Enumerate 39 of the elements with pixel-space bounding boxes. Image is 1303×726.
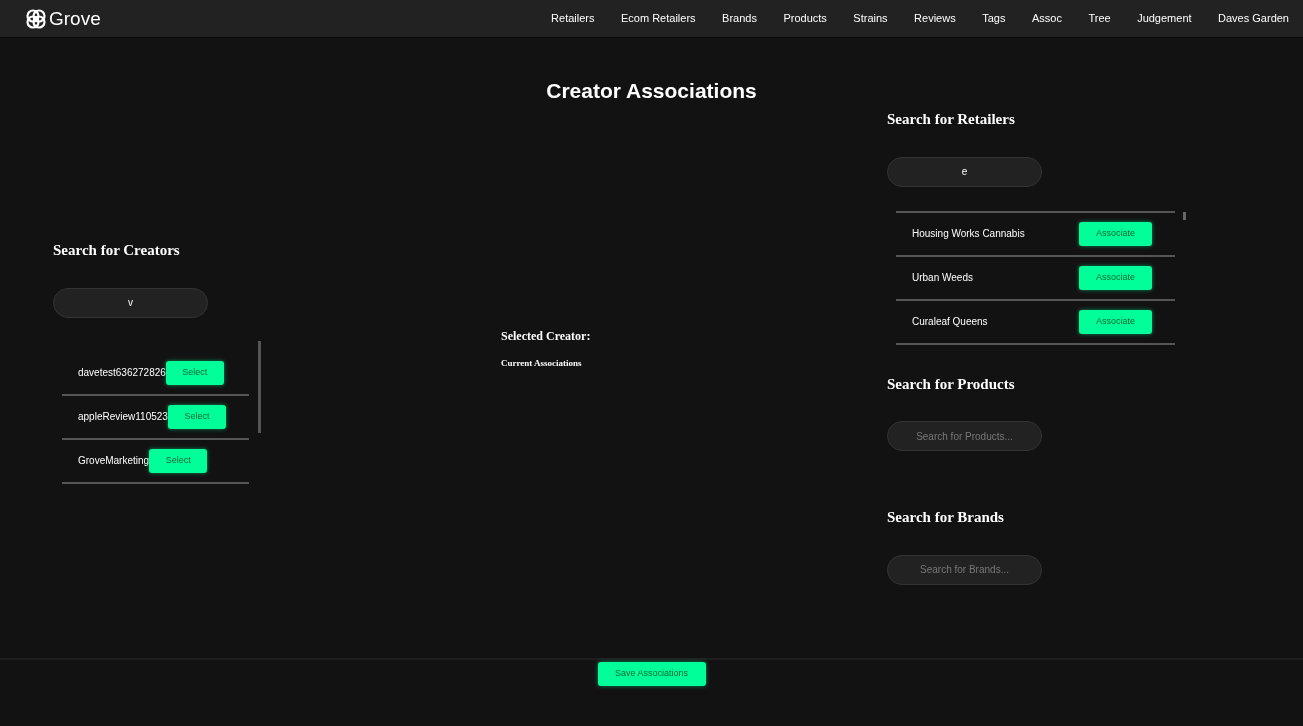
nav-link[interactable]: Ecom Retailers — [621, 10, 696, 27]
section-heading: Current Associations — [501, 357, 583, 370]
scrollbar[interactable] — [258, 340, 261, 433]
search-field[interactable]: Search for Brands... — [887, 554, 1042, 585]
retailer-name: Housing Works Cannabis — [912, 227, 1025, 241]
nav-link[interactable]: Judgement — [1137, 10, 1192, 27]
nav-link[interactable]: Strains — [853, 10, 888, 27]
nav-link[interactable]: Tags — [982, 10, 1006, 27]
nav-link[interactable]: Brands — [722, 10, 757, 27]
select-button[interactable]: Select — [149, 448, 208, 473]
page-title: Creator Associations — [545, 78, 758, 101]
section-heading: Search for Creators — [53, 241, 181, 260]
search-field[interactable]: v — [53, 287, 208, 318]
select-button[interactable]: Select — [167, 404, 226, 429]
nav-link[interactable]: Retailers — [551, 10, 595, 27]
nav-link[interactable]: Tree — [1088, 10, 1111, 27]
select-button[interactable]: Select — [165, 360, 224, 385]
nav-link[interactable]: Daves Garden — [1218, 10, 1289, 27]
creator-name: appleReview110523 — [78, 410, 168, 424]
section-heading: Selected Creator: — [501, 328, 592, 345]
search-field[interactable]: e — [887, 156, 1042, 187]
section-heading: Search for Brands — [887, 508, 1005, 527]
save-associations-button[interactable]: Save Associations — [597, 662, 706, 686]
retailer-name: Urban Weeds — [912, 271, 973, 285]
creator-name: davetest636272826 — [78, 366, 166, 380]
nav-link[interactable]: Reviews — [914, 10, 956, 27]
brand-name[interactable]: Grove — [49, 9, 101, 28]
retailer-name: Curaleaf Queens — [912, 315, 988, 329]
nav-link[interactable]: Products — [783, 10, 827, 27]
section-heading: Search for Retailers — [887, 110, 1016, 129]
search-field[interactable]: Search for Products... — [887, 421, 1042, 451]
associate-button[interactable]: Associate — [1079, 265, 1152, 290]
logo-icon — [25, 7, 47, 30]
associate-button[interactable]: Associate — [1079, 221, 1152, 246]
creator-name: GroveMarketing — [78, 454, 150, 468]
associate-button[interactable]: Associate — [1079, 309, 1152, 334]
section-heading: Search for Products — [887, 374, 1016, 394]
scrollbar[interactable] — [1183, 211, 1186, 220]
nav-link[interactable]: Assoc — [1031, 10, 1062, 27]
